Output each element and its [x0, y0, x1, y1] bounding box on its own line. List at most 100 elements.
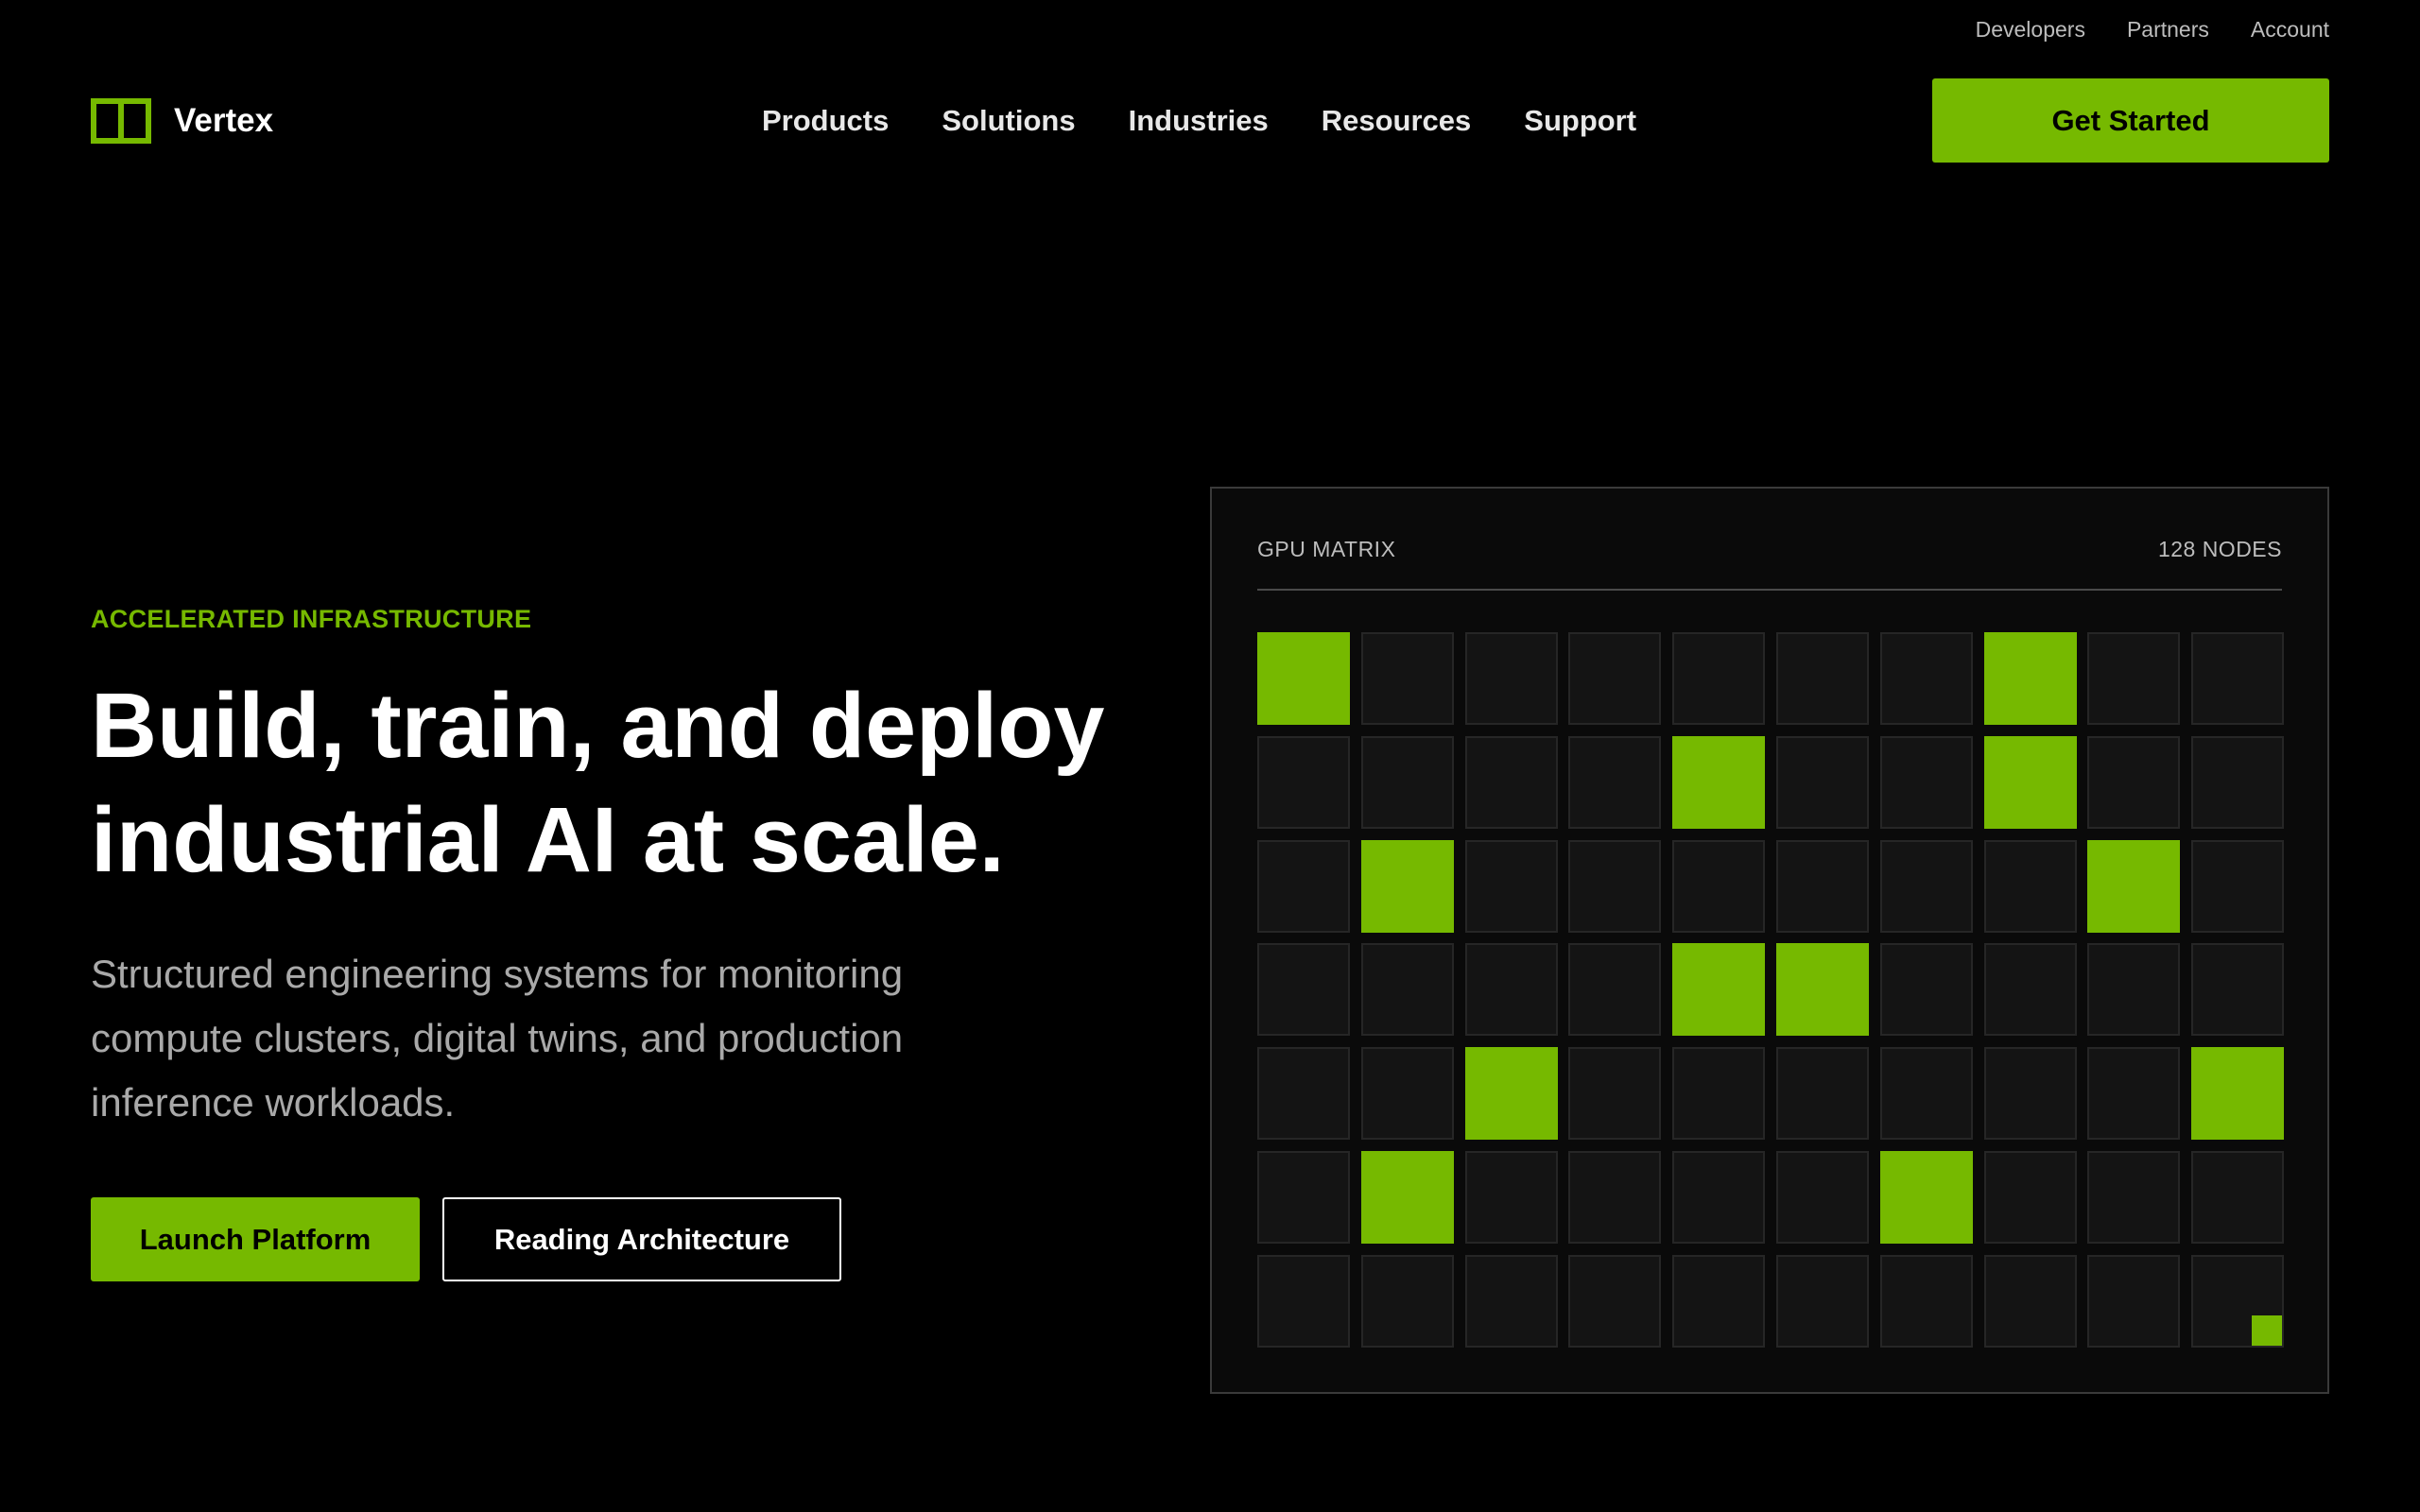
logo-right-pane — [124, 103, 146, 138]
gpu-node-cell — [1464, 1254, 1558, 1348]
gpu-node-cell — [1775, 943, 1869, 1037]
gpu-node-cell — [1879, 839, 1973, 933]
logo-left-pane — [96, 103, 118, 138]
gpu-node-cell — [1775, 1150, 1869, 1244]
gpu-node-cell — [1464, 1150, 1558, 1244]
gpu-node-cell — [1360, 1047, 1454, 1141]
gpu-node-cell — [1879, 632, 1973, 725]
gpu-node-cell — [1464, 943, 1558, 1037]
gpu-node-cell — [1775, 1047, 1869, 1141]
gpu-node-cell — [1257, 1254, 1350, 1348]
gpu-node-cell — [2191, 735, 2285, 829]
split-square-logo-icon — [91, 97, 151, 144]
gpu-node-cell — [1983, 735, 2077, 829]
gpu-node-cell — [1257, 943, 1350, 1037]
gpu-node-cell — [1672, 1254, 1766, 1348]
gpu-node-cell — [1879, 735, 1973, 829]
gpu-node-cell — [1568, 943, 1662, 1037]
utility-link-developers[interactable]: Developers — [1976, 17, 2085, 43]
site-header: Vertex Products Solutions Industries Res… — [91, 78, 2329, 163]
gpu-node-cell — [2191, 1150, 2285, 1244]
gpu-node-cell — [1983, 1047, 2077, 1141]
gpu-node-cell — [2087, 839, 2181, 933]
gpu-node-cell — [1360, 943, 1454, 1037]
gpu-node-cell — [1672, 1047, 1766, 1141]
gpu-matrix-panel: GPU MATRIX 128 NODES — [1210, 487, 2329, 1394]
gpu-node-cell — [1257, 735, 1350, 829]
gpu-matrix-grid — [1257, 632, 2285, 1348]
gpu-node-cell — [1360, 1254, 1454, 1348]
gpu-node-cell — [1879, 1150, 1973, 1244]
gpu-node-cell — [1464, 632, 1558, 725]
gpu-node-cell — [1257, 1150, 1350, 1244]
hero-title: Build, train, and deploy industrial AI a… — [91, 668, 1159, 897]
gpu-node-cell — [2087, 1254, 2181, 1348]
nav-item-solutions[interactable]: Solutions — [942, 104, 1075, 138]
hero-subtitle: Structured engineering systems for monit… — [91, 952, 904, 1125]
gpu-node-cell — [1360, 1150, 1454, 1244]
hero-section: ACCELERATED INFRASTRUCTURE Build, train,… — [91, 605, 1159, 1281]
gpu-node-cell — [1257, 632, 1350, 725]
gpu-node-partial-indicator — [2252, 1314, 2283, 1346]
gpu-node-cell — [1775, 839, 1869, 933]
utility-nav: Developers Partners Account — [1976, 17, 2329, 43]
gpu-node-cell — [1983, 1150, 2077, 1244]
gpu-node-cell — [2191, 632, 2285, 725]
gpu-node-cell — [1983, 943, 2077, 1037]
page: Developers Partners Account Vertex Produ… — [0, 0, 2420, 1512]
get-started-button[interactable]: Get Started — [1932, 78, 2329, 163]
gpu-node-cell — [1983, 632, 2077, 725]
main-nav: Products Solutions Industries Resources … — [762, 104, 1636, 138]
gpu-node-cell — [1672, 735, 1766, 829]
gpu-node-cell — [1360, 632, 1454, 725]
gpu-node-cell — [1775, 735, 1869, 829]
gpu-node-cell — [1879, 1047, 1973, 1141]
gpu-node-cell — [1568, 632, 1662, 725]
brand-logo-link[interactable]: Vertex — [91, 97, 274, 144]
gpu-node-cell — [1672, 943, 1766, 1037]
nav-item-products[interactable]: Products — [762, 104, 889, 138]
gpu-node-cell — [2087, 1150, 2181, 1244]
gpu-node-cell — [2087, 1047, 2181, 1141]
gpu-node-cell — [1464, 735, 1558, 829]
gpu-node-cell — [2191, 839, 2285, 933]
nav-item-industries[interactable]: Industries — [1129, 104, 1269, 138]
hero-actions: Launch Platform Reading Architecture — [91, 1197, 1159, 1281]
gpu-node-cell — [1775, 1254, 1869, 1348]
gpu-matrix-node-count: 128 NODES — [2157, 536, 2282, 561]
gpu-node-cell — [1257, 1047, 1350, 1141]
brand-name: Vertex — [174, 101, 274, 139]
gpu-node-cell — [1672, 1150, 1766, 1244]
gpu-node-cell — [1568, 1254, 1662, 1348]
hero-eyebrow: ACCELERATED INFRASTRUCTURE — [91, 605, 532, 633]
launch-platform-button[interactable]: Launch Platform — [91, 1197, 420, 1281]
gpu-node-cell — [1775, 632, 1869, 725]
gpu-node-cell — [2087, 943, 2181, 1037]
gpu-node-cell — [1360, 735, 1454, 829]
gpu-node-cell — [1257, 839, 1350, 933]
gpu-node-cell — [1983, 1254, 2077, 1348]
hero-title-line-1: Build, train, and deploy — [91, 674, 1105, 777]
gpu-node-cell — [2191, 943, 2285, 1037]
gpu-node-cell — [1983, 839, 2077, 933]
nav-item-resources[interactable]: Resources — [1322, 104, 1472, 138]
gpu-node-cell — [1672, 632, 1766, 725]
gpu-node-cell — [2191, 1047, 2285, 1141]
utility-link-account[interactable]: Account — [2251, 17, 2329, 43]
hero-title-line-2: industrial AI at scale. — [91, 788, 1005, 891]
gpu-node-cell — [1568, 1047, 1662, 1141]
gpu-node-cell — [1464, 1047, 1558, 1141]
gpu-node-cell — [1464, 839, 1558, 933]
gpu-node-cell — [1879, 943, 1973, 1037]
reading-architecture-button[interactable]: Reading Architecture — [442, 1197, 841, 1281]
gpu-node-cell — [2087, 735, 2181, 829]
gpu-node-cell — [1568, 839, 1662, 933]
gpu-node-cell — [1568, 735, 1662, 829]
gpu-node-cell — [2087, 632, 2181, 725]
gpu-node-cell — [1360, 839, 1454, 933]
gpu-node-cell — [1672, 839, 1766, 933]
gpu-node-cell — [2191, 1254, 2285, 1348]
utility-link-partners[interactable]: Partners — [2127, 17, 2209, 43]
nav-item-support[interactable]: Support — [1524, 104, 1636, 138]
gpu-matrix-header: GPU MATRIX 128 NODES — [1257, 489, 2282, 591]
